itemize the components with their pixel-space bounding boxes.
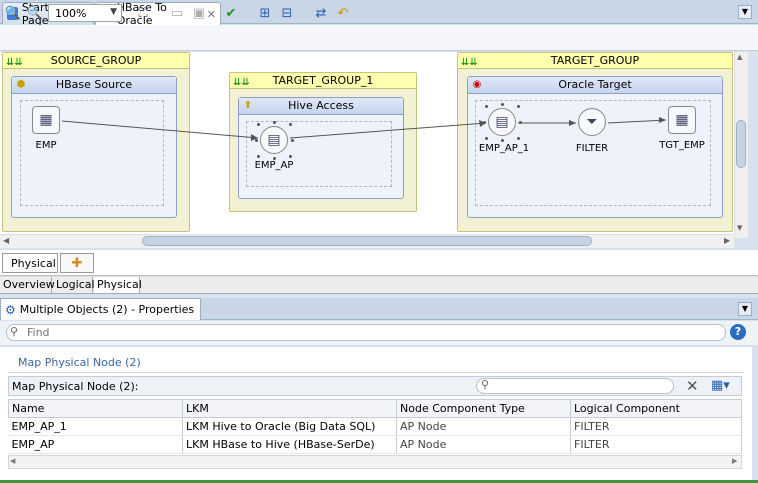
search-icon: ⚲	[10, 325, 19, 338]
column-header[interactable]: LKM	[182, 399, 397, 418]
expand-icon[interactable]: ⊞	[256, 4, 274, 22]
close-icon[interactable]: ✕	[207, 8, 216, 21]
column-header[interactable]: Logical Component	[570, 399, 742, 418]
column-header[interactable]: Name	[8, 399, 183, 418]
tab-logical[interactable]: Logical	[53, 277, 95, 293]
table-header-row: Name LKM Node Component Type Logical Com…	[8, 399, 742, 418]
undo-icon[interactable]: ↶	[334, 4, 352, 22]
search-icon: ⚲	[481, 378, 490, 391]
tab-overview[interactable]: Overview	[0, 277, 55, 293]
scroll-left-icon[interactable]: ◀	[3, 236, 9, 245]
vertical-scroll-thumb[interactable]	[736, 120, 746, 168]
columns-menu-icon[interactable]: ▦▾	[711, 378, 730, 393]
scroll-up-icon[interactable]: ▲	[737, 53, 742, 61]
fit-to-window-icon[interactable]: ⛶	[134, 4, 152, 22]
find-input[interactable]: Find	[6, 324, 726, 341]
column-header[interactable]: Node Component Type	[396, 399, 571, 418]
zoom-select[interactable]: 100% ▼	[48, 4, 122, 22]
align-icon[interactable]: ▣	[190, 4, 208, 22]
move-icon[interactable]: ⇄	[312, 4, 330, 22]
diagram-tabs	[0, 250, 758, 276]
panel-menu-dropdown[interactable]: ▼	[738, 302, 752, 316]
chevron-down-icon: ▼	[110, 7, 117, 17]
scroll-left-icon[interactable]: ◀	[10, 457, 15, 465]
table-row[interactable]: EMP_AP_1 LKM Hive to Oracle (Big Data SQ…	[8, 417, 742, 436]
scroll-right-icon[interactable]: ▶	[724, 236, 730, 245]
new-tab-icon: ✚	[71, 255, 83, 271]
diagram-toolbar	[0, 25, 758, 51]
tab-physical[interactable]: Physical	[94, 277, 142, 293]
add-physical-design-button[interactable]: ✚	[60, 253, 94, 273]
tab-physical-diagram[interactable]: Physical	[2, 253, 58, 273]
table-horizontal-scrollbar[interactable]	[8, 455, 742, 469]
tab-properties[interactable]: ⚙ Multiple Objects (2) - Properties	[0, 298, 202, 320]
collapse-icon[interactable]: ⊟	[278, 4, 296, 22]
tab-list-dropdown[interactable]: ▼	[738, 5, 752, 19]
validate-check-icon[interactable]: ✔	[222, 4, 240, 22]
zoom-out-icon[interactable]: 🔍	[26, 4, 44, 22]
zoom-in-icon[interactable]: 🔍	[4, 4, 22, 22]
table-row[interactable]: EMP_AP LKM HBase to Hive (HBase-SerDe) A…	[8, 435, 742, 454]
delete-icon[interactable]: ✕	[686, 377, 699, 395]
horizontal-scroll-thumb[interactable]	[142, 236, 592, 246]
scroll-down-icon[interactable]: ▼	[737, 224, 742, 232]
help-icon[interactable]: ?	[730, 324, 746, 340]
scroll-right-icon[interactable]: ▶	[732, 457, 737, 465]
table-title: Map Physical Node (2):	[12, 380, 139, 393]
connector-lines	[61, 117, 667, 141]
properties-icon: ⚙	[5, 302, 16, 317]
layout-icon[interactable]: ▭	[168, 4, 186, 22]
section-title[interactable]: Map Physical Node (2)	[18, 356, 141, 369]
physical-node-table: Name LKM Node Component Type Logical Com…	[8, 399, 742, 454]
table-search-input[interactable]	[476, 378, 674, 394]
